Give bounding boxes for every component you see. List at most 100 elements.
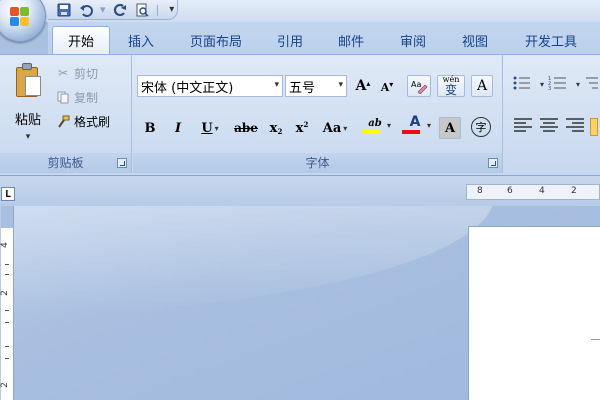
office-button[interactable] bbox=[0, 0, 46, 42]
ruler-number: 4 bbox=[0, 242, 10, 248]
tab-home[interactable]: 开始 bbox=[52, 26, 110, 54]
scissors-icon: ✂ bbox=[57, 66, 69, 80]
font-group: 宋体 (中文正文) ▾ 五号 ▾ A ▴ A ▾ Aa wén 变 A B I U ▾… bbox=[133, 55, 503, 173]
phonetic-guide-char: 变 bbox=[444, 83, 457, 97]
tab-selector-button[interactable]: L bbox=[1, 187, 15, 201]
ruler-number: 4 bbox=[539, 186, 545, 196]
multilevel-list-icon[interactable] bbox=[584, 75, 599, 94]
phonetic-guide-button[interactable]: wén 变 bbox=[437, 75, 465, 97]
subscript-label: x bbox=[269, 120, 278, 136]
change-case-button[interactable]: Aa ▾ bbox=[317, 117, 353, 139]
font-name-value: 宋体 (中文正文) bbox=[141, 80, 234, 96]
paste-button[interactable]: 粘贴 ▾ bbox=[6, 61, 50, 145]
bold-button[interactable]: B bbox=[139, 117, 161, 139]
paste-label: 粘贴 bbox=[14, 113, 41, 128]
quick-access-toolbar: ▾ | ▾ bbox=[48, 0, 178, 20]
clipboard-group-label: 剪贴板 bbox=[0, 153, 131, 173]
redo-icon[interactable] bbox=[112, 2, 128, 18]
change-case-dropdown-icon[interactable]: ▾ bbox=[343, 124, 347, 133]
highlight-label: ab bbox=[368, 118, 382, 129]
cut-label: 剪切 bbox=[74, 66, 99, 81]
svg-text:3: 3 bbox=[548, 86, 551, 91]
clear-formatting-button[interactable]: Aa bbox=[407, 75, 431, 97]
subscript-button[interactable]: x2 bbox=[265, 117, 287, 139]
numbering-dropdown-icon[interactable]: ▾ bbox=[576, 80, 580, 89]
align-right-icon[interactable] bbox=[564, 117, 586, 136]
italic-button[interactable]: I bbox=[167, 117, 189, 139]
superscript-button[interactable]: x2 bbox=[291, 117, 313, 139]
copy-icon bbox=[56, 90, 70, 104]
font-size-combo[interactable]: 五号 ▾ bbox=[285, 75, 347, 97]
vertical-ruler[interactable]: 4 2 2 bbox=[0, 206, 14, 400]
character-shading-button[interactable]: A bbox=[439, 117, 461, 139]
underline-dropdown-icon[interactable]: ▾ bbox=[215, 124, 219, 133]
document-workspace bbox=[14, 206, 600, 400]
font-color-swatch bbox=[402, 129, 420, 134]
justify-button-partial[interactable] bbox=[590, 117, 598, 136]
format-painter-icon bbox=[56, 114, 70, 128]
grow-font-label: A bbox=[355, 78, 367, 94]
undo-dropdown-icon[interactable]: ▾ bbox=[100, 3, 106, 16]
character-border-button[interactable]: A bbox=[471, 75, 493, 97]
font-dialog-launcher-icon[interactable] bbox=[488, 158, 498, 168]
paste-dropdown-icon[interactable]: ▾ bbox=[26, 132, 31, 142]
customize-qat-icon[interactable]: ▾ bbox=[169, 4, 174, 15]
office-logo-icon bbox=[8, 5, 32, 29]
margin-mark bbox=[591, 339, 600, 340]
cut-button[interactable]: ✂ 剪切 bbox=[56, 63, 98, 83]
shrink-font-label: A bbox=[380, 80, 390, 94]
font-name-dropdown-icon[interactable]: ▾ bbox=[274, 80, 279, 90]
clipboard-group: 粘贴 ▾ ✂ 剪切 复制 格式刷 剪贴板 bbox=[0, 55, 132, 173]
align-left-icon[interactable] bbox=[512, 117, 534, 136]
clipboard-dialog-launcher-icon[interactable] bbox=[117, 158, 127, 168]
tab-view[interactable]: 视图 bbox=[444, 26, 506, 54]
grow-font-button[interactable]: A ▴ bbox=[353, 75, 373, 97]
font-color-label: A bbox=[409, 113, 421, 130]
superscript-label: x bbox=[295, 120, 304, 136]
tab-developer[interactable]: 开发工具 bbox=[506, 26, 596, 54]
print-preview-icon[interactable] bbox=[134, 2, 150, 18]
highlight-dropdown-icon[interactable]: ▾ bbox=[387, 121, 391, 130]
tab-page-layout[interactable]: 页面布局 bbox=[172, 26, 260, 54]
align-center-icon[interactable] bbox=[538, 117, 560, 136]
tab-review[interactable]: 审阅 bbox=[382, 26, 444, 54]
paragraph-group: ▾ 123 ▾ bbox=[504, 55, 600, 173]
tab-insert[interactable]: 插入 bbox=[110, 26, 172, 54]
font-color-button[interactable]: A ▾ bbox=[397, 113, 433, 135]
copy-button[interactable]: 复制 bbox=[56, 87, 98, 107]
enclose-characters-label: 字 bbox=[471, 117, 491, 137]
font-size-dropdown-icon[interactable]: ▾ bbox=[338, 80, 343, 90]
undo-icon[interactable] bbox=[78, 2, 94, 18]
ruler-number: 8 bbox=[477, 186, 483, 196]
font-size-value: 五号 bbox=[289, 80, 316, 96]
tab-mailings[interactable]: 邮件 bbox=[320, 26, 382, 54]
ruler-number: 6 bbox=[507, 186, 513, 196]
format-painter-label: 格式刷 bbox=[74, 114, 111, 129]
ribbon-tabs: 开始 插入 页面布局 引用 邮件 审阅 视图 开发工具 bbox=[48, 22, 600, 54]
numbering-icon[interactable]: 123 bbox=[548, 75, 570, 94]
bullets-icon[interactable] bbox=[512, 75, 534, 94]
horizontal-ruler[interactable]: 8 6 4 2 bbox=[466, 184, 600, 200]
underline-button[interactable]: U ▾ bbox=[193, 117, 227, 139]
background-swoosh bbox=[14, 206, 494, 316]
font-color-dropdown-icon[interactable]: ▾ bbox=[427, 121, 431, 130]
font-name-combo[interactable]: 宋体 (中文正文) ▾ bbox=[137, 75, 283, 97]
clear-formatting-icon: Aa bbox=[411, 80, 428, 94]
change-case-label: Aa bbox=[322, 120, 342, 136]
ribbon: 粘贴 ▾ ✂ 剪切 复制 格式刷 剪贴板 宋体 (中文正文) ▾ 五号 ▾ A … bbox=[0, 54, 600, 176]
text-highlight-button[interactable]: ab ▾ bbox=[357, 115, 393, 137]
bullets-dropdown-icon[interactable]: ▾ bbox=[540, 80, 544, 89]
svg-text:Aa: Aa bbox=[411, 80, 421, 89]
save-icon[interactable] bbox=[56, 2, 72, 18]
highlight-color-swatch bbox=[362, 130, 380, 134]
tab-references[interactable]: 引用 bbox=[260, 26, 320, 54]
ruler-number: 2 bbox=[571, 186, 577, 196]
ruler-number: 2 bbox=[0, 290, 10, 296]
strikethrough-button[interactable]: abe bbox=[231, 117, 261, 139]
document-page[interactable] bbox=[468, 226, 600, 400]
font-group-label: 字体 bbox=[133, 153, 502, 173]
underline-label: U bbox=[201, 120, 213, 136]
enclose-characters-button[interactable]: 字 bbox=[469, 116, 493, 138]
format-painter-button[interactable]: 格式刷 bbox=[56, 111, 110, 131]
shrink-font-button[interactable]: A ▾ bbox=[377, 76, 397, 98]
